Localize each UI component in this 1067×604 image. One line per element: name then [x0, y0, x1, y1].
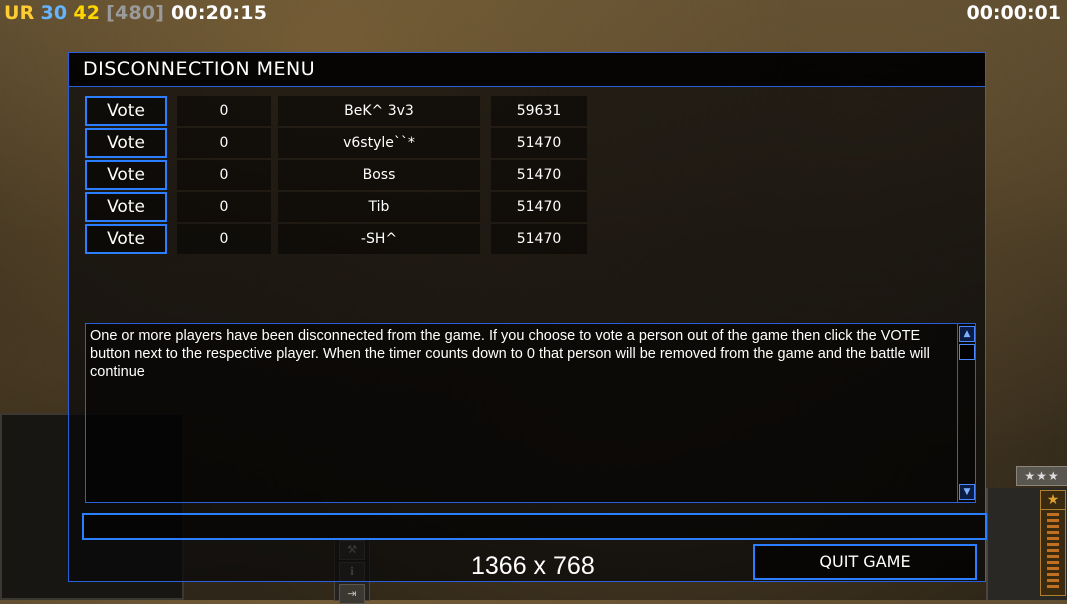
vote-button[interactable]: Vote	[85, 128, 167, 158]
player-name: Boss	[278, 160, 480, 190]
disconnect-message: One or more players have been disconnect…	[90, 328, 930, 380]
vote-count: 0	[177, 128, 271, 158]
vote-count: 0	[177, 96, 271, 126]
game-time: 00:20:15	[171, 2, 268, 24]
disconnection-dialog: DISCONNECTION MENU Vote 0 BeK^ 3v3 59631…	[68, 52, 987, 582]
resource-counter: UR 30 42 [480] 00:20:15	[4, 2, 273, 24]
rank-stars-icon: ★★★	[1016, 466, 1067, 486]
power-meter-bar	[1047, 513, 1059, 591]
scroll-up-icon[interactable]: ▲	[959, 326, 975, 342]
player-name: BeK^ 3v3	[278, 96, 480, 126]
scroll-down-icon[interactable]: ▼	[959, 484, 975, 500]
message-box: One or more players have been disconnect…	[85, 323, 976, 503]
vote-count: 0	[177, 192, 271, 222]
player-score: 59631	[491, 96, 587, 126]
vote-button[interactable]: Vote	[85, 160, 167, 190]
unit-limit: [480]	[106, 2, 165, 24]
player-score: 51470	[491, 160, 587, 190]
player-name: v6style``*	[278, 128, 480, 158]
disconnect-timer: 00:00:01	[966, 2, 1061, 24]
unit-count: 42	[73, 2, 101, 24]
chat-input[interactable]	[82, 513, 987, 540]
quit-game-button[interactable]: QUIT GAME	[753, 544, 977, 580]
faction-label: UR	[4, 2, 35, 24]
vote-button[interactable]: Vote	[85, 224, 167, 254]
player-score: 51470	[491, 128, 587, 158]
scroll-thumb[interactable]	[959, 344, 975, 360]
vote-count: 0	[177, 160, 271, 190]
vote-button[interactable]: Vote	[85, 96, 167, 126]
dialog-header: DISCONNECTION MENU	[69, 53, 985, 87]
resolution-label: 1366 x 768	[471, 552, 595, 580]
player-name: Tib	[278, 192, 480, 222]
player-name: -SH^	[278, 224, 480, 254]
vote-button[interactable]: Vote	[85, 192, 167, 222]
power-meter: ★	[1040, 490, 1066, 596]
vote-count: 0	[177, 224, 271, 254]
arrow-icon[interactable]: ⇥	[339, 584, 365, 604]
power-count: 30	[40, 2, 68, 24]
message-scrollbar[interactable]: ▲ ▼	[957, 324, 975, 502]
dialog-title: DISCONNECTION MENU	[83, 58, 316, 80]
star-icon: ★	[1041, 491, 1065, 510]
player-score: 51470	[491, 224, 587, 254]
player-score: 51470	[491, 192, 587, 222]
